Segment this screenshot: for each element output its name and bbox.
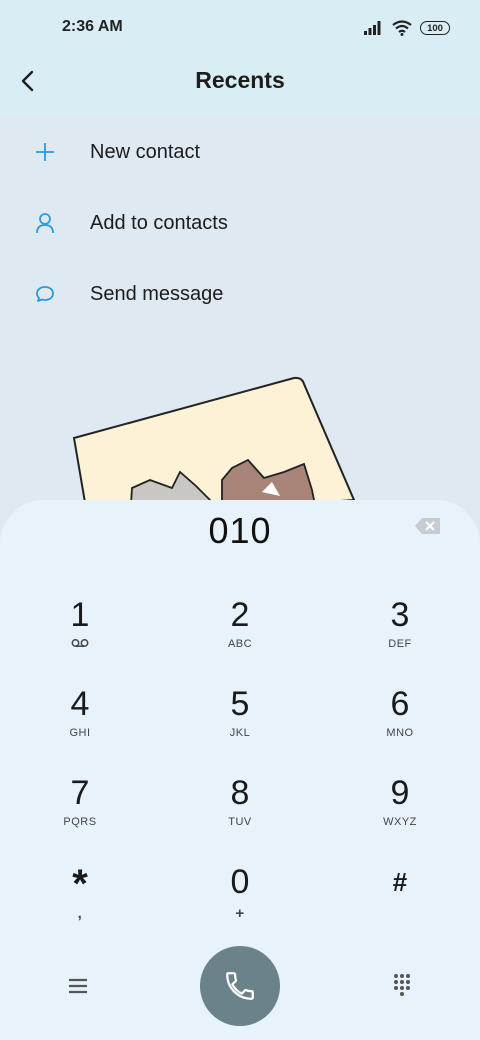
chat-bubble-icon [32, 281, 58, 307]
key-letters: + [235, 905, 245, 922]
key-2[interactable]: 2 ABC [180, 596, 300, 676]
key-letters: TUV [228, 816, 252, 828]
key-letters: DEF [388, 638, 412, 650]
person-icon [32, 210, 58, 236]
key-6[interactable]: 6 MNO [340, 685, 460, 765]
key-7[interactable]: 7 PQRS [20, 774, 140, 854]
plus-icon [32, 139, 58, 165]
key-digit: # [392, 867, 408, 897]
key-letters: PQRS [63, 816, 97, 828]
dialed-number: 010 [208, 510, 272, 551]
call-button[interactable] [200, 946, 280, 1026]
add-to-contacts-label: Add to contacts [90, 211, 228, 234]
key-8[interactable]: 8 TUV [180, 774, 300, 854]
key-5[interactable]: 5 JKL [180, 685, 300, 765]
phone-icon [226, 972, 254, 1000]
key-digit: 0 [230, 863, 250, 901]
voicemail-icon [20, 638, 140, 652]
top-bar: 2:36 AM 100 Recents [0, 0, 480, 116]
key-letters: JKL [229, 727, 251, 739]
key-digit: 2 [230, 596, 250, 634]
key-letters: GHI [69, 727, 91, 739]
key-0[interactable]: 0 + [180, 863, 300, 943]
key-9[interactable]: 9 WXYZ [340, 774, 460, 854]
key-digit: 6 [390, 685, 410, 723]
backspace-icon[interactable] [414, 516, 442, 536]
key-digit: 4 [70, 685, 90, 723]
key-3[interactable]: 3 DEF [340, 596, 460, 676]
key-digit: 3 [390, 596, 410, 634]
signal-icon [364, 21, 381, 35]
key-star[interactable]: * , [20, 863, 140, 943]
page-title: Recents [195, 67, 285, 93]
key-digit: 5 [230, 685, 250, 723]
key-letters: WXYZ [383, 816, 417, 828]
key-letters: , [77, 905, 83, 922]
menu-icon[interactable] [64, 974, 92, 998]
key-1[interactable]: 1 [20, 596, 140, 676]
status-icons: 100 [364, 18, 450, 38]
send-message-label: Send message [90, 282, 224, 305]
key-letters [340, 905, 460, 919]
dialer-panel: 010 1 2 ABC 3 DEF 4 GHI 5 JKL 6 MNO 7 PQ… [0, 500, 480, 1040]
status-time: 2:36 AM [62, 18, 123, 35]
key-digit: 7 [70, 774, 90, 812]
key-digit: 8 [230, 774, 250, 812]
wifi-icon [392, 20, 412, 36]
cats-illustration [72, 376, 356, 520]
new-contact-label: New contact [90, 140, 201, 163]
key-digit: 9 [390, 774, 410, 812]
send-message-action[interactable]: Send message [0, 264, 480, 324]
add-to-contacts-action[interactable]: Add to contacts [0, 193, 480, 253]
new-contact-action[interactable]: New contact [0, 122, 480, 182]
key-digit: 1 [70, 596, 90, 634]
dialpad-icon[interactable] [388, 972, 416, 1000]
battery-indicator: 100 [420, 21, 450, 35]
key-4[interactable]: 4 GHI [20, 685, 140, 765]
key-letters: ABC [227, 638, 253, 650]
key-hash[interactable]: # [340, 863, 460, 943]
key-digit: * [72, 862, 88, 906]
key-letters: MNO [386, 727, 414, 739]
